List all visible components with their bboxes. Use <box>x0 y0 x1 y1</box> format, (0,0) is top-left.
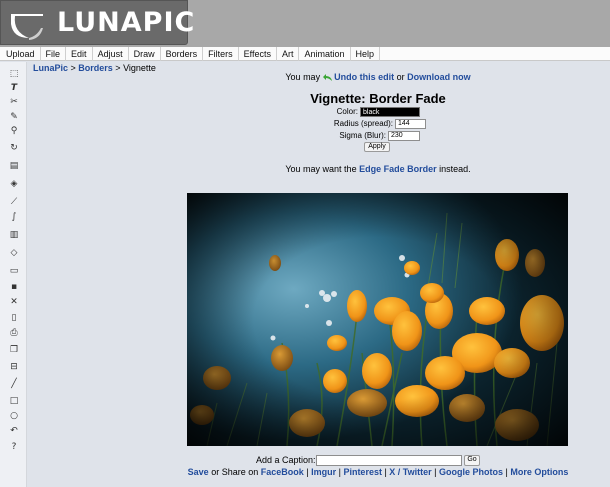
pinterest-link[interactable]: Pinterest <box>343 467 382 477</box>
sigma-row: Sigma (Blur): 230 <box>0 131 610 141</box>
menu-borders[interactable]: Borders <box>161 46 204 61</box>
radius-row: Radius (spread): 144 <box>0 119 610 129</box>
close-icon[interactable]: ✕ <box>9 297 19 307</box>
go-button[interactable]: Go <box>464 455 480 466</box>
color-label: Color: <box>336 107 358 116</box>
color-picker[interactable]: black <box>360 107 420 117</box>
share-separator: | <box>303 467 312 477</box>
circle-icon[interactable]: ○ <box>9 411 19 421</box>
menu-draw[interactable]: Draw <box>129 46 161 61</box>
menu-art[interactable]: Art <box>277 46 300 61</box>
open-icon[interactable]: ▭ <box>9 266 19 276</box>
share-separator: | <box>431 467 439 477</box>
facebook-link[interactable]: FaceBook <box>261 467 304 477</box>
edge-fade-line: You may want the Edge Fade Border instea… <box>0 164 610 174</box>
undo-arrow-icon <box>322 74 332 81</box>
edge-fade-border-link[interactable]: Edge Fade Border <box>359 164 437 174</box>
menu-upload[interactable]: Upload <box>1 46 41 61</box>
layers-icon[interactable]: ▥ <box>9 230 19 240</box>
print-icon[interactable]: ⎙ <box>9 328 19 338</box>
paste-icon[interactable]: ⊟ <box>9 362 19 372</box>
eraser-icon[interactable]: ◇ <box>9 248 19 258</box>
undo-link[interactable]: Undo this edit <box>334 72 394 82</box>
save-icon[interactable]: ▪ <box>9 282 19 292</box>
undo-icon[interactable]: ↶ <box>9 426 19 436</box>
share-line: Save or Share on FaceBook | Imgur | Pint… <box>0 467 610 477</box>
menu-help[interactable]: Help <box>351 46 381 61</box>
twitter-link[interactable]: X / Twitter <box>389 467 431 477</box>
menu-file[interactable]: File <box>41 46 67 61</box>
imgur-link[interactable]: Imgur <box>311 467 336 477</box>
menu-filters[interactable]: Filters <box>203 46 239 61</box>
new-icon[interactable]: ▯ <box>9 313 19 323</box>
edge-suffix: instead. <box>436 164 471 174</box>
radius-label: Radius (spread): <box>333 119 393 128</box>
radius-input[interactable]: 144 <box>395 119 426 129</box>
download-link[interactable]: Download now <box>407 72 471 82</box>
undo-download-line: You may Undo this edit or Download now <box>0 72 610 82</box>
rotate-icon[interactable]: ↻ <box>9 143 19 153</box>
lunapic-logo[interactable]: LUNAPIC <box>0 0 194 45</box>
menu-effects[interactable]: Effects <box>239 46 277 61</box>
caption-row: Add a Caption: Go <box>0 455 610 467</box>
menu-edit[interactable]: Edit <box>66 46 93 61</box>
caption-label: Add a Caption: <box>256 455 316 465</box>
brush-icon[interactable]: ∫ <box>9 212 19 222</box>
caption-input[interactable] <box>316 455 462 466</box>
menu-animation[interactable]: Animation <box>299 46 351 61</box>
save-link[interactable]: Save <box>188 467 209 477</box>
header: LUNAPIC <box>0 0 610 47</box>
undo-prefix: You may <box>285 72 323 82</box>
sigma-input[interactable]: 230 <box>388 131 420 141</box>
more-options-link[interactable]: More Options <box>510 467 568 477</box>
page-title: Vignette: Border Fade <box>310 91 446 106</box>
line-icon[interactable]: ╱ <box>9 379 19 389</box>
rectangle-icon[interactable]: □ <box>9 396 19 406</box>
poppy-photo <box>187 193 568 446</box>
fill-icon[interactable]: ◈ <box>9 179 19 189</box>
logo-text: LUNAPIC <box>57 7 196 38</box>
eyedropper-icon[interactable]: ⟋ <box>9 197 19 207</box>
share-middle: or Share on <box>208 467 261 477</box>
google-photos-link[interactable]: Google Photos <box>439 467 503 477</box>
copy-icon[interactable]: ❐ <box>9 345 19 355</box>
help-icon[interactable]: ? <box>9 442 19 452</box>
edge-prefix: You may want the <box>285 164 360 174</box>
edited-image[interactable] <box>187 193 568 446</box>
sigma-label: Sigma (Blur): <box>339 131 386 140</box>
menu-adjust[interactable]: Adjust <box>93 46 129 61</box>
undo-middle: or <box>394 72 408 82</box>
moon-logo-icon <box>11 14 43 40</box>
apply-button[interactable]: Apply <box>364 142 390 152</box>
color-row: Color: black <box>0 107 610 117</box>
menu-bar: Upload File Edit Adjust Draw Borders Fil… <box>0 46 610 61</box>
